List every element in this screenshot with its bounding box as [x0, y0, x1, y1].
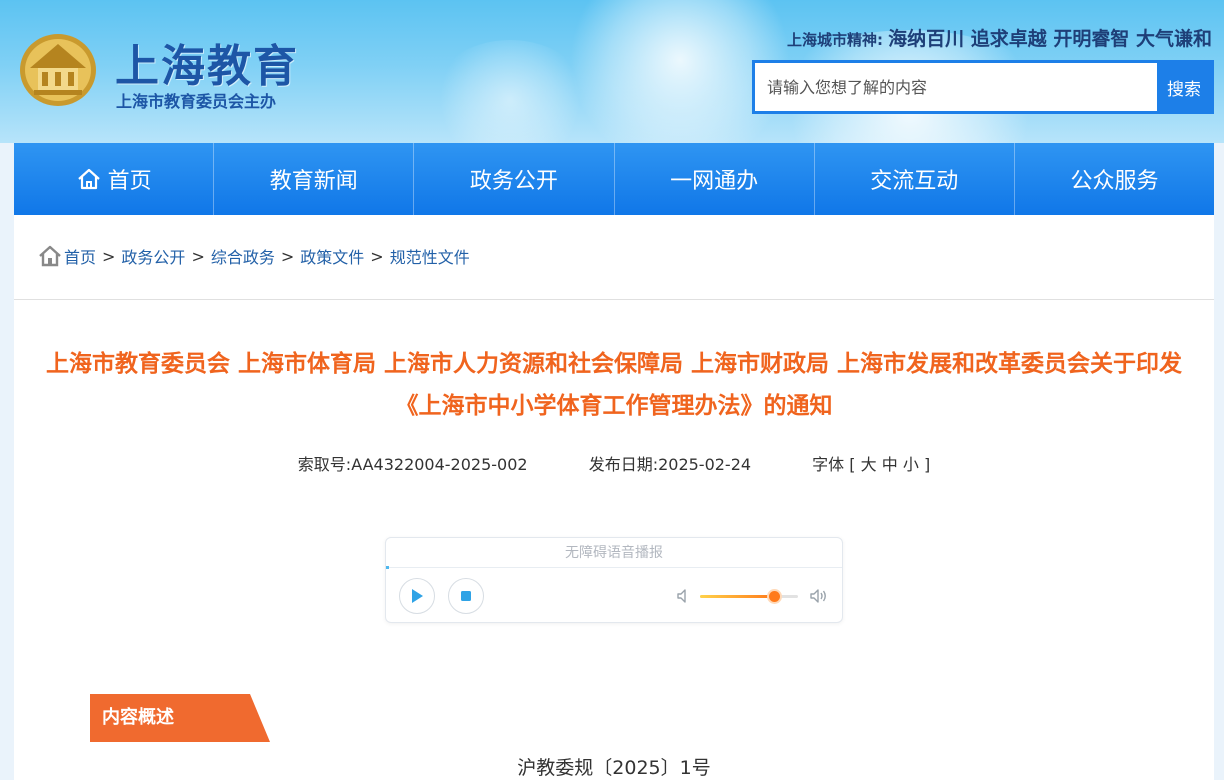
breadcrumb-separator: >: [370, 246, 384, 266]
shanghai-education-emblem-icon[interactable]: [18, 30, 98, 108]
stop-icon: [461, 591, 471, 601]
play-button[interactable]: [399, 578, 435, 614]
font-size-small[interactable]: 小: [903, 455, 919, 474]
breadcrumb-government-affairs[interactable]: 政务公开: [121, 244, 185, 268]
font-size-medium[interactable]: 中: [882, 455, 898, 474]
font-size-label: 字体 [: [812, 455, 856, 474]
site-subtitle: 上海市教育委员会主办: [116, 92, 277, 111]
font-size-control: 字体 [ 大 中 小 ]: [812, 455, 930, 474]
main-nav: 首页 教育新闻 政务公开 一网通办 交流互动 公众服务: [14, 143, 1214, 215]
playback-progress-bar[interactable]: [386, 566, 389, 569]
index-number: 索取号:AA4322004-2025-002: [297, 455, 528, 474]
player-title: 无障碍语音播报: [386, 538, 842, 568]
stop-button[interactable]: [448, 578, 484, 614]
breadcrumb-separator: >: [191, 246, 205, 266]
search-bar: 搜索: [752, 60, 1214, 114]
accessibility-audio-player: 无障碍语音播报: [385, 537, 843, 623]
play-icon: [412, 589, 423, 603]
nav-item-online-services[interactable]: 一网通办: [615, 143, 815, 215]
nav-item-education-news[interactable]: 教育新闻: [214, 143, 415, 215]
nav-label: 首页: [107, 169, 152, 194]
font-size-end: ]: [923, 455, 931, 474]
breadcrumb: 首页 > 政务公开 > 综合政务 > 政策文件 > 规范性文件: [38, 243, 470, 269]
breadcrumb-separator: >: [280, 246, 295, 266]
volume-slider-handle[interactable]: [768, 591, 780, 602]
volume-high-icon[interactable]: [809, 586, 829, 606]
site-header: 上海教育 上海市教育委员会主办 上海城市精神: 海纳百川 追求卓越 开明睿智 大…: [0, 0, 1224, 143]
breadcrumb-divider: [14, 299, 1214, 300]
breadcrumb-policy-documents[interactable]: 政策文件: [300, 244, 364, 268]
nav-label: 教育新闻: [269, 169, 358, 194]
nav-item-government-affairs[interactable]: 政务公开: [414, 143, 615, 215]
breadcrumb-home[interactable]: 首页: [64, 244, 96, 268]
document-number: 沪教委规〔2025〕1号: [517, 757, 711, 779]
volume-slider[interactable]: [700, 591, 798, 602]
site-title[interactable]: 上海教育: [115, 30, 299, 94]
publish-date: 发布日期:2025-02-24: [588, 455, 752, 474]
nav-label: 交流互动: [870, 169, 959, 194]
search-button[interactable]: 搜索: [1157, 63, 1211, 111]
slogan-label: 上海城市精神:: [787, 31, 884, 49]
nav-label: 一网通办: [670, 169, 759, 194]
search-input[interactable]: [755, 63, 1157, 111]
nav-item-public-services[interactable]: 公众服务: [1015, 143, 1214, 215]
home-icon: [77, 168, 100, 190]
breadcrumb-separator: >: [102, 246, 116, 266]
breadcrumb-general-affairs[interactable]: 综合政务: [211, 244, 275, 268]
section-tag-content-overview: 内容概述: [90, 694, 270, 742]
font-size-large[interactable]: 大: [861, 455, 877, 474]
nav-item-interaction[interactable]: 交流互动: [815, 143, 1015, 215]
nav-label: 公众服务: [1070, 169, 1159, 194]
article-title: 上海市教育委员会 上海市体育局 上海市人力资源和社会保障局 上海市财政局 上海市…: [45, 351, 1183, 419]
article-meta: 索取号:AA4322004-2025-002 发布日期:2025-02-24 字…: [14, 451, 1214, 474]
breadcrumb-normative-documents[interactable]: 规范性文件: [390, 244, 470, 268]
nav-label: 政务公开: [469, 169, 558, 194]
city-slogan: 上海城市精神: 海纳百川 追求卓越 开明睿智 大气谦和: [787, 24, 1212, 54]
volume-level: [700, 595, 774, 598]
breadcrumb-home-icon[interactable]: [38, 245, 62, 267]
content-panel: 首页 > 政务公开 > 综合政务 > 政策文件 > 规范性文件 上海市教育委员会…: [14, 215, 1214, 780]
slogan-text: 海纳百川 追求卓越 开明睿智 大气谦和: [888, 28, 1212, 50]
volume-low-icon[interactable]: [674, 586, 694, 606]
nav-item-home[interactable]: 首页: [14, 143, 215, 215]
